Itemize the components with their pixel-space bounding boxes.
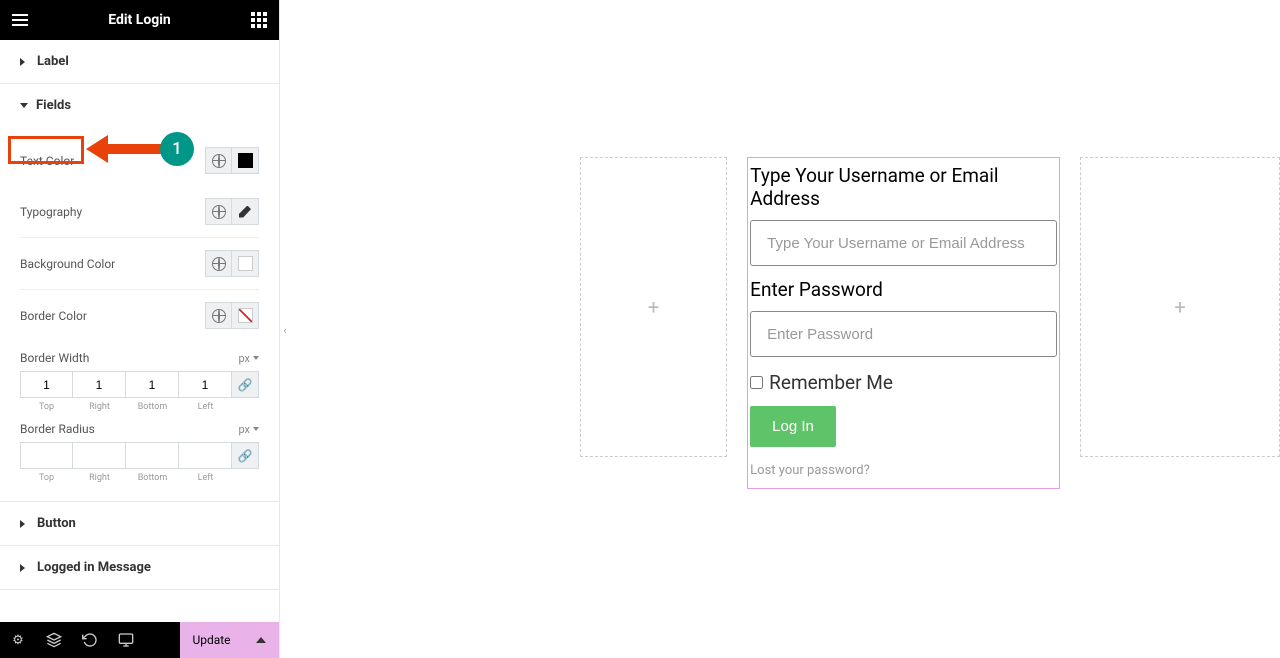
accordion-label: Label: [0, 40, 279, 84]
layers-icon[interactable]: [36, 622, 72, 658]
globe-button[interactable]: [205, 198, 232, 225]
globe-icon: [212, 257, 226, 271]
apps-icon[interactable]: [251, 12, 267, 28]
chevron-down-icon: [253, 427, 259, 431]
unit-selector[interactable]: px: [238, 423, 259, 436]
accordion-title: Label: [37, 54, 69, 69]
control-label: Typography: [20, 205, 82, 219]
link-values-button[interactable]: 🔗: [232, 371, 259, 398]
canvas-row: + Type Your Username or Email Address En…: [580, 157, 1280, 489]
border-width-inputs: 🔗: [20, 371, 259, 398]
control-border-radius-label: Border Radius px: [20, 412, 259, 442]
username-label: Type Your Username or Email Address: [748, 158, 1059, 220]
menu-icon[interactable]: [12, 14, 28, 26]
control-label: Text Color: [20, 154, 74, 168]
accordion-logged-in-message: Logged in Message: [0, 546, 279, 590]
control-border-width-label: Border Width px: [20, 341, 259, 371]
globe-icon: [212, 154, 226, 168]
color-swatch-black: [238, 153, 253, 168]
side-labels: Top Right Bottom Left: [20, 402, 259, 412]
editor-sidebar: Edit Login Label Fields Text Color: [0, 0, 280, 658]
chevron-up-icon: [256, 637, 266, 643]
login-button[interactable]: Log In: [750, 406, 836, 447]
control-label: Background Color: [20, 257, 115, 271]
history-icon[interactable]: [72, 622, 108, 658]
caret-right-icon: [20, 564, 29, 572]
preview-icon[interactable]: [144, 622, 180, 658]
collapse-sidebar-handle[interactable]: ‹: [280, 320, 290, 340]
accordion-header-logged-in[interactable]: Logged in Message: [0, 546, 279, 589]
border-radius-right[interactable]: [73, 442, 126, 469]
border-width-right[interactable]: [73, 371, 126, 398]
remember-label: Remember Me: [769, 371, 893, 394]
chevron-down-icon: [253, 356, 259, 360]
typography-edit-button[interactable]: [232, 198, 259, 225]
caret-right-icon: [20, 520, 29, 528]
globe-button[interactable]: [205, 147, 232, 174]
password-label: Enter Password: [748, 272, 1059, 311]
plus-icon: +: [648, 295, 659, 319]
accordion-title: Fields: [36, 98, 71, 113]
border-radius-bottom[interactable]: [126, 442, 179, 469]
password-input[interactable]: [750, 311, 1057, 357]
link-icon: 🔗: [238, 449, 253, 463]
globe-button[interactable]: [205, 302, 232, 329]
pencil-icon: [239, 206, 251, 218]
login-widget: Type Your Username or Email Address Ente…: [747, 157, 1060, 489]
color-swatch-none: [238, 308, 253, 323]
drop-zone-left[interactable]: +: [580, 157, 727, 457]
globe-button[interactable]: [205, 250, 232, 277]
settings-icon[interactable]: ⚙: [0, 622, 36, 658]
control-typography: Typography: [20, 186, 259, 238]
control-text-color: Text Color: [20, 135, 259, 186]
responsive-icon[interactable]: [108, 622, 144, 658]
caret-right-icon: [20, 58, 29, 66]
bottom-bar: ⚙ Update: [0, 622, 279, 658]
accordion-fields: Fields Text Color Typography: [0, 84, 279, 502]
color-picker-button[interactable]: [232, 302, 259, 329]
sidebar-header: Edit Login: [0, 0, 279, 40]
border-radius-inputs: 🔗: [20, 442, 259, 469]
control-background-color: Background Color: [20, 238, 259, 290]
link-values-button[interactable]: 🔗: [232, 442, 259, 469]
border-width-bottom[interactable]: [126, 371, 179, 398]
accordion-header-fields[interactable]: Fields: [0, 84, 279, 127]
color-swatch-white: [238, 256, 253, 271]
border-radius-left[interactable]: [179, 442, 232, 469]
color-picker-button[interactable]: [232, 147, 259, 174]
plus-icon: +: [1174, 295, 1185, 319]
update-button[interactable]: Update: [180, 622, 243, 658]
username-input[interactable]: [750, 220, 1057, 266]
control-border-color: Border Color: [20, 290, 259, 341]
globe-icon: [212, 309, 226, 323]
unit-selector[interactable]: px: [238, 352, 259, 365]
remember-me[interactable]: Remember Me: [748, 363, 1059, 406]
accordion-title: Button: [37, 516, 76, 531]
control-label: Border Color: [20, 309, 87, 323]
caret-down-icon: [20, 103, 28, 108]
link-icon: 🔗: [238, 378, 253, 392]
accordion-header-label[interactable]: Label: [0, 40, 279, 83]
annotation-badge: 1: [160, 132, 194, 166]
border-width-left[interactable]: [179, 371, 232, 398]
accordion-content-fields: Text Color Typography: [0, 127, 279, 501]
accordion-header-button[interactable]: Button: [0, 502, 279, 545]
editor-canvas: ‹ + Type Your Username or Email Address …: [280, 0, 1280, 658]
accordion-button: Button: [0, 502, 279, 546]
border-radius-top[interactable]: [20, 442, 73, 469]
accordion-title: Logged in Message: [37, 560, 151, 575]
side-labels: Top Right Bottom Left: [20, 473, 259, 483]
panel-title: Edit Login: [28, 12, 251, 28]
globe-icon: [212, 205, 226, 219]
lost-password-link[interactable]: Lost your password?: [748, 459, 1059, 482]
update-options-button[interactable]: [243, 622, 279, 658]
remember-checkbox[interactable]: [750, 376, 763, 389]
color-picker-button[interactable]: [232, 250, 259, 277]
border-width-top[interactable]: [20, 371, 73, 398]
drop-zone-right[interactable]: +: [1080, 157, 1280, 457]
panel-body: Label Fields Text Color: [0, 40, 279, 622]
